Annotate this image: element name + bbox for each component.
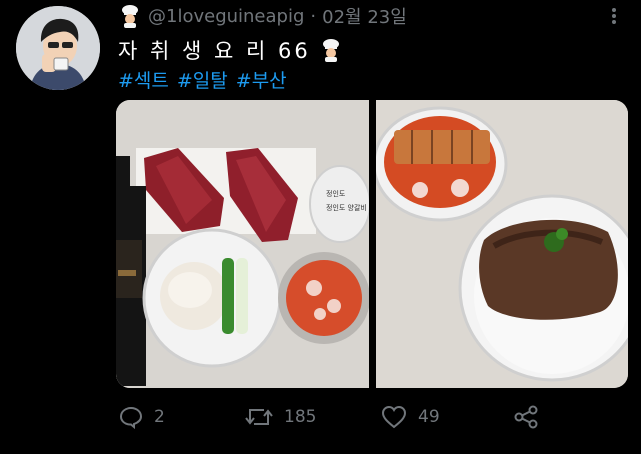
chef-icon <box>118 4 142 28</box>
header-separator: · <box>310 5 317 27</box>
retweet-button[interactable]: 185 <box>244 404 316 430</box>
like-icon <box>380 404 408 430</box>
cooked-dishes-photo[interactable] <box>376 100 628 388</box>
tweet-header: @1loveguineapig · 02월 23일 <box>118 4 407 28</box>
like-button[interactable]: 49 <box>380 404 440 430</box>
more-vertical-icon[interactable] <box>604 4 624 28</box>
container-label: 정인도 양갈비 <box>326 203 367 212</box>
avatar-illustration <box>16 6 100 90</box>
tweet-title: 자 취 생 요 리 66 <box>118 39 311 63</box>
reply-icon <box>118 404 144 430</box>
tweet-text: 자 취 생 요 리 66 <box>118 35 343 65</box>
chef-icon <box>319 38 343 62</box>
author-handle[interactable]: @1loveguineapig <box>148 6 304 27</box>
ingredients-photo[interactable]: 정인도 정인도 양갈비 <box>116 100 369 388</box>
tweet-date[interactable]: 02월 23일 <box>322 3 407 29</box>
like-count: 49 <box>418 407 440 427</box>
retweet-count: 185 <box>284 407 317 427</box>
share-icon <box>512 404 540 430</box>
author-avatar[interactable] <box>16 6 100 90</box>
tweet-actions: 2 185 49 <box>118 404 548 434</box>
reply-count: 2 <box>154 407 165 427</box>
hashtag-link[interactable]: #일탈 <box>177 66 228 93</box>
svg-text:정인도: 정인도 <box>326 189 346 198</box>
share-button[interactable] <box>512 404 540 430</box>
hashtag-link[interactable]: #부산 <box>236 66 287 93</box>
hashtag-link[interactable]: #섹트 <box>118 66 169 93</box>
reply-button[interactable]: 2 <box>118 404 165 430</box>
retweet-icon <box>244 404 274 430</box>
tweet-media: 정인도 정인도 양갈비 <box>116 100 628 388</box>
hashtag-list: #섹트 #일탈 #부산 <box>118 66 287 93</box>
